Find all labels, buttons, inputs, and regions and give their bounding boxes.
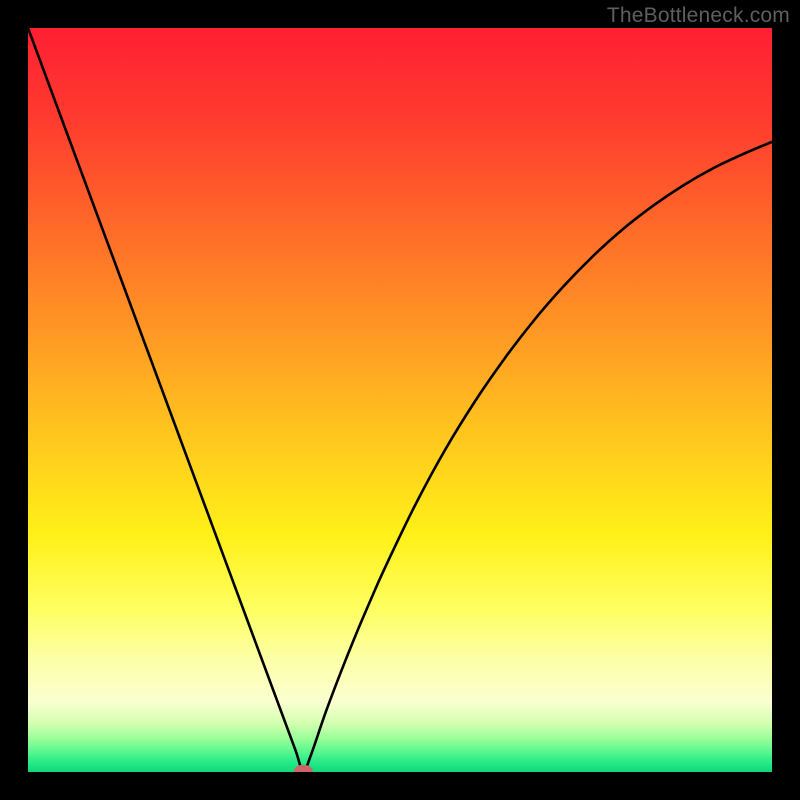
bottleneck-line-chart bbox=[28, 28, 772, 772]
chart-frame: TheBottleneck.com bbox=[0, 0, 800, 800]
gradient-background bbox=[28, 28, 772, 772]
plot-area bbox=[28, 28, 772, 772]
watermark-text: TheBottleneck.com bbox=[607, 4, 790, 28]
